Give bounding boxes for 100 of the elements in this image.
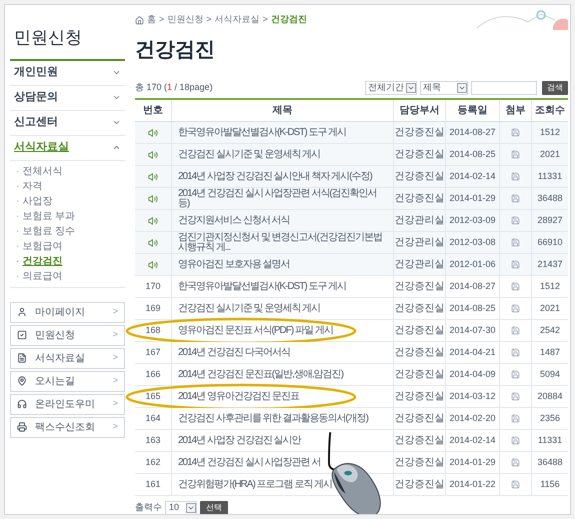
- page-size-select[interactable]: 10: [165, 501, 197, 514]
- attachment-icon[interactable]: [511, 348, 520, 357]
- attachment-icon[interactable]: [511, 194, 520, 203]
- table-cell-text: 2014-08-27: [449, 280, 496, 293]
- chevron-right-icon: >: [112, 420, 118, 434]
- expand-icon: [112, 68, 121, 77]
- submenu-item[interactable]: 건강검진: [22, 254, 62, 268]
- table-cell-text: 2012-03-09: [449, 214, 496, 227]
- submenu-item[interactable]: 전체서식: [22, 164, 62, 178]
- chevron-right-icon: >: [112, 351, 118, 365]
- attachment-icon[interactable]: [511, 326, 520, 335]
- table-cell-text: 2014-03-12: [449, 390, 496, 403]
- attachment-icon[interactable]: [511, 458, 520, 467]
- chevron-right-icon: >: [112, 305, 118, 319]
- chevron-right-icon: >: [112, 397, 118, 411]
- submenu-item[interactable]: 자격: [22, 178, 42, 194]
- submenu-item[interactable]: 보험료 부과: [22, 208, 76, 224]
- quick-link[interactable]: 마이페이지 >: [10, 302, 125, 322]
- table-cell-text: 2014-08-25: [449, 148, 496, 161]
- collapse-icon: [112, 143, 121, 152]
- table-cell-text: 168: [145, 324, 161, 337]
- select-button[interactable]: 선택: [200, 501, 228, 514]
- post-title-link[interactable]: 2014년 사업장 건강검진 실시안내 책자 게시(수정): [178, 172, 372, 182]
- post-title-link[interactable]: 건강검진 사후관리를 위한 결과활용동의서(개정): [178, 414, 368, 424]
- attachment-icon[interactable]: [511, 282, 520, 291]
- table-cell-text: 20884: [537, 390, 563, 403]
- quick-link[interactable]: 온라인도우미 >: [10, 394, 125, 414]
- menu-item[interactable]: 서식자료실: [10, 136, 125, 160]
- menu-item[interactable]: 상담문의: [10, 86, 125, 110]
- attachment-icon[interactable]: [511, 150, 520, 159]
- post-title-link[interactable]: 2014년 건강검진 문진표(일반,생애,암검진): [178, 370, 344, 380]
- field-select[interactable]: 제목: [420, 81, 468, 95]
- table-cell-text: 2014-01-22: [449, 478, 496, 491]
- search-field[interactable]: [471, 81, 537, 95]
- quick-link[interactable]: 팩스수신조회 >: [10, 416, 125, 438]
- post-title-link[interactable]: 건강검진 실시기준 및 운영세칙 게시: [178, 304, 320, 314]
- quick-link[interactable]: 오시는길 >: [10, 370, 125, 392]
- table-cell-text: 164: [145, 412, 161, 425]
- post-title-link[interactable]: 영유아검진 보호자용 설명서: [178, 260, 290, 270]
- table-cell-text: 167: [145, 346, 161, 359]
- post-title-link[interactable]: 한국영유아발달선별검사(K-DST) 도구 게시: [178, 128, 346, 138]
- attachment-icon[interactable]: [511, 304, 520, 313]
- post-title-link[interactable]: 2014년 건강검진 실시 사업장관련 서: [178, 458, 320, 468]
- attachment-icon[interactable]: [511, 370, 520, 379]
- period-select[interactable]: 전체기간: [365, 81, 417, 95]
- table-cell-text: 163: [145, 434, 161, 447]
- table-cell-text: 2014-04-09: [449, 368, 496, 381]
- table-cell-text: 161: [145, 478, 161, 491]
- column-header: 제목: [272, 104, 292, 118]
- attachment-icon[interactable]: [511, 436, 520, 445]
- speaker-icon: [148, 260, 158, 270]
- attachment-icon[interactable]: [511, 216, 520, 225]
- table-cell-text: 건강증진실: [394, 302, 444, 316]
- table-cell-text: 건강증진실: [394, 324, 444, 338]
- table-cell-text: 2021: [540, 148, 560, 161]
- attachment-icon[interactable]: [511, 392, 520, 401]
- breadcrumb-link[interactable]: 서식자료실: [214, 13, 260, 27]
- post-title-link[interactable]: 2014년 건강검진 실시 사업장관련 서식(검진확인서 등): [178, 188, 387, 208]
- table-cell-text: 건강증진실: [394, 126, 444, 140]
- attachment-icon[interactable]: [511, 480, 520, 489]
- column-header: 등록일: [458, 104, 488, 118]
- post-title-link[interactable]: 검진기관지정신청서 및 변경신고서(건강검진기본법 시행규칙 게...: [178, 232, 387, 252]
- expand-icon: [112, 118, 121, 127]
- home-icon[interactable]: [135, 16, 144, 24]
- breadcrumb-link[interactable]: 민원신청: [167, 13, 204, 27]
- post-title-link[interactable]: 건강위험평가(HRA) 프로그램 로직 게시: [178, 480, 332, 490]
- search-button[interactable]: 검색: [542, 81, 568, 95]
- bullet-icon: ·: [16, 194, 20, 208]
- quick-link[interactable]: 서식자료실 >: [10, 348, 125, 368]
- post-title-link[interactable]: 2014년 사업장 건강검진 실시안: [178, 436, 301, 446]
- table-cell-text: 건강관리실: [394, 236, 444, 250]
- table-cell-text: 건강증진실: [394, 148, 444, 162]
- submenu-item[interactable]: 의료급여: [22, 268, 62, 284]
- table-cell-text: 166: [145, 368, 161, 381]
- post-title-link[interactable]: 건강검진 실시기준 및 운영세칙 게시: [178, 150, 320, 160]
- attachment-icon[interactable]: [511, 260, 520, 269]
- table-cell-text: 건강증진실: [394, 170, 444, 184]
- map-pin-icon: [17, 376, 27, 386]
- post-title-link[interactable]: 한국영유아발달선별검사(K-DST) 도구 게시: [178, 282, 346, 292]
- breadcrumb-link[interactable]: 건강검진: [270, 13, 307, 27]
- table-cell-text: 건강증진실: [394, 192, 444, 206]
- attachment-icon[interactable]: [511, 238, 520, 247]
- attachment-icon[interactable]: [511, 172, 520, 181]
- submenu-item[interactable]: 보험료 징수: [22, 224, 76, 238]
- submenu-item[interactable]: 사업장: [22, 194, 52, 208]
- breadcrumb-link[interactable]: 홈: [147, 13, 156, 27]
- bullet-icon: ·: [16, 268, 20, 284]
- menu-item[interactable]: 신고센터: [10, 110, 125, 136]
- submenu-item[interactable]: 보험급여: [22, 238, 62, 254]
- post-title-link[interactable]: 2014년 영유아건강검진 문진표: [178, 392, 299, 402]
- table-cell-text: 2014-08-27: [449, 126, 496, 139]
- post-title-link[interactable]: 건강지원서비스 신청서 서식: [178, 216, 290, 226]
- attachment-icon[interactable]: [511, 414, 520, 423]
- post-title-link[interactable]: 2014년 건강검진 다국어서식: [178, 348, 290, 358]
- table-cell-text: 2014-02-14: [449, 170, 496, 183]
- post-title-link[interactable]: 영유아검진 문진표 서식(PDF) 파일 게시: [178, 326, 333, 336]
- quick-link[interactable]: 민원신청 >: [10, 324, 125, 346]
- menu-item[interactable]: 개인민원: [10, 60, 125, 86]
- attachment-icon[interactable]: [511, 128, 520, 137]
- breadcrumb-separator: >: [262, 13, 268, 26]
